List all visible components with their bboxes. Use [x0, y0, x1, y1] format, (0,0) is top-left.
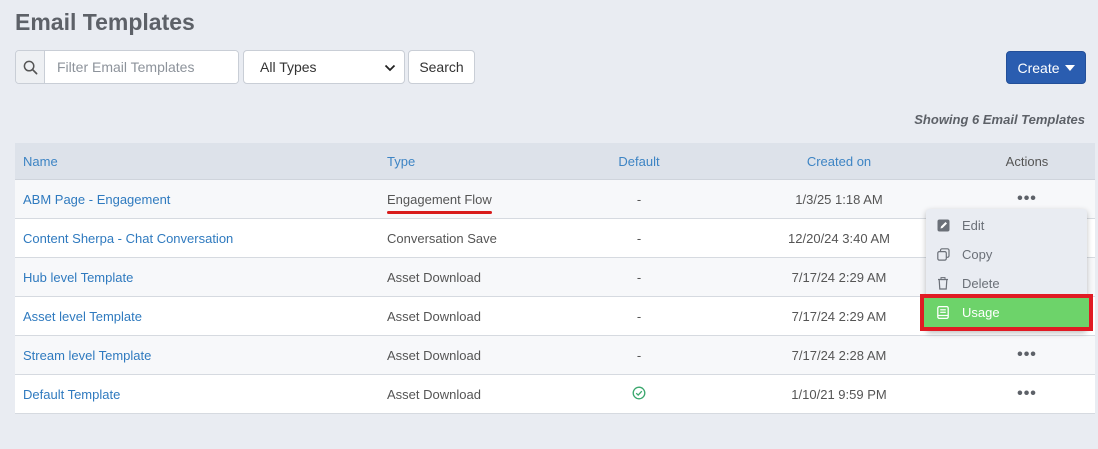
- edit-icon: [936, 219, 950, 233]
- showing-count: Showing 6 Email Templates: [914, 112, 1085, 127]
- search-button[interactable]: Search: [408, 50, 475, 84]
- column-default-header[interactable]: Default: [559, 143, 719, 179]
- toolbar: All Types Search: [15, 50, 475, 84]
- menu-item-usage[interactable]: Usage: [920, 294, 1093, 331]
- table-row: Stream level Template Asset Download - 7…: [15, 336, 1095, 375]
- more-actions-icon[interactable]: •••: [1017, 190, 1037, 208]
- created-on: 1/10/21 9:59 PM: [791, 386, 887, 402]
- template-name-link[interactable]: ABM Page - Engagement: [23, 192, 170, 207]
- menu-item-label: Copy: [962, 247, 993, 262]
- copy-icon: [936, 248, 950, 262]
- menu-item-copy[interactable]: Copy: [926, 240, 1087, 269]
- template-name-link[interactable]: Default Template: [23, 387, 120, 402]
- template-name-link[interactable]: Stream level Template: [23, 348, 151, 363]
- template-type: Engagement Flow: [387, 191, 492, 214]
- created-on: 7/17/24 2:29 AM: [791, 269, 887, 285]
- column-type-header[interactable]: Type: [379, 143, 559, 179]
- created-on: 1/3/25 1:18 AM: [795, 191, 883, 207]
- template-type: Asset Download: [387, 308, 481, 324]
- create-button[interactable]: Create: [1006, 51, 1086, 84]
- table-row: Default Template Asset Download 1/10/21 …: [15, 375, 1095, 414]
- template-type: Asset Download: [387, 269, 481, 285]
- default-value: -: [636, 191, 642, 207]
- create-button-label: Create: [1017, 59, 1060, 76]
- default-value: -: [636, 230, 642, 246]
- book-icon: [936, 306, 950, 320]
- menu-item-delete[interactable]: Delete: [926, 269, 1087, 298]
- template-type: Asset Download: [387, 386, 481, 402]
- type-select[interactable]: All Types: [243, 50, 405, 84]
- actions-dropdown-menu: Edit Copy Delete Usage: [920, 209, 1093, 331]
- template-type: Asset Download: [387, 347, 481, 363]
- template-type: Conversation Save: [387, 230, 497, 246]
- chevron-down-icon: [384, 59, 396, 75]
- search-icon[interactable]: [16, 51, 45, 83]
- table-header: Name Type Default Created on Actions: [15, 143, 1095, 180]
- created-on: 7/17/24 2:29 AM: [791, 308, 887, 324]
- template-name-link[interactable]: Asset level Template: [23, 309, 142, 324]
- column-actions-header: Actions: [1005, 153, 1049, 169]
- template-name-link[interactable]: Content Sherpa - Chat Conversation: [23, 231, 233, 246]
- caret-down-icon: [1064, 64, 1075, 71]
- template-name-link[interactable]: Hub level Template: [23, 270, 133, 285]
- menu-item-label: Delete: [962, 276, 1000, 291]
- type-select-value: All Types: [260, 59, 317, 75]
- default-value: -: [636, 269, 642, 285]
- search-input[interactable]: [45, 51, 238, 83]
- created-on: 12/20/24 3:40 AM: [788, 230, 890, 246]
- more-actions-icon[interactable]: •••: [1017, 346, 1037, 364]
- default-value: -: [636, 308, 642, 324]
- page-title: Email Templates: [15, 9, 195, 35]
- menu-item-label: Usage: [962, 305, 1000, 320]
- check-circle-icon: [632, 386, 646, 403]
- menu-item-edit[interactable]: Edit: [926, 211, 1087, 240]
- menu-item-label: Edit: [962, 218, 985, 233]
- search-group: [15, 50, 239, 84]
- column-created-header[interactable]: Created on: [719, 143, 959, 179]
- more-actions-icon[interactable]: •••: [1017, 385, 1037, 403]
- default-value: -: [636, 347, 642, 363]
- created-on: 7/17/24 2:28 AM: [791, 347, 887, 363]
- trash-icon: [936, 277, 950, 291]
- column-name-header[interactable]: Name: [15, 143, 379, 179]
